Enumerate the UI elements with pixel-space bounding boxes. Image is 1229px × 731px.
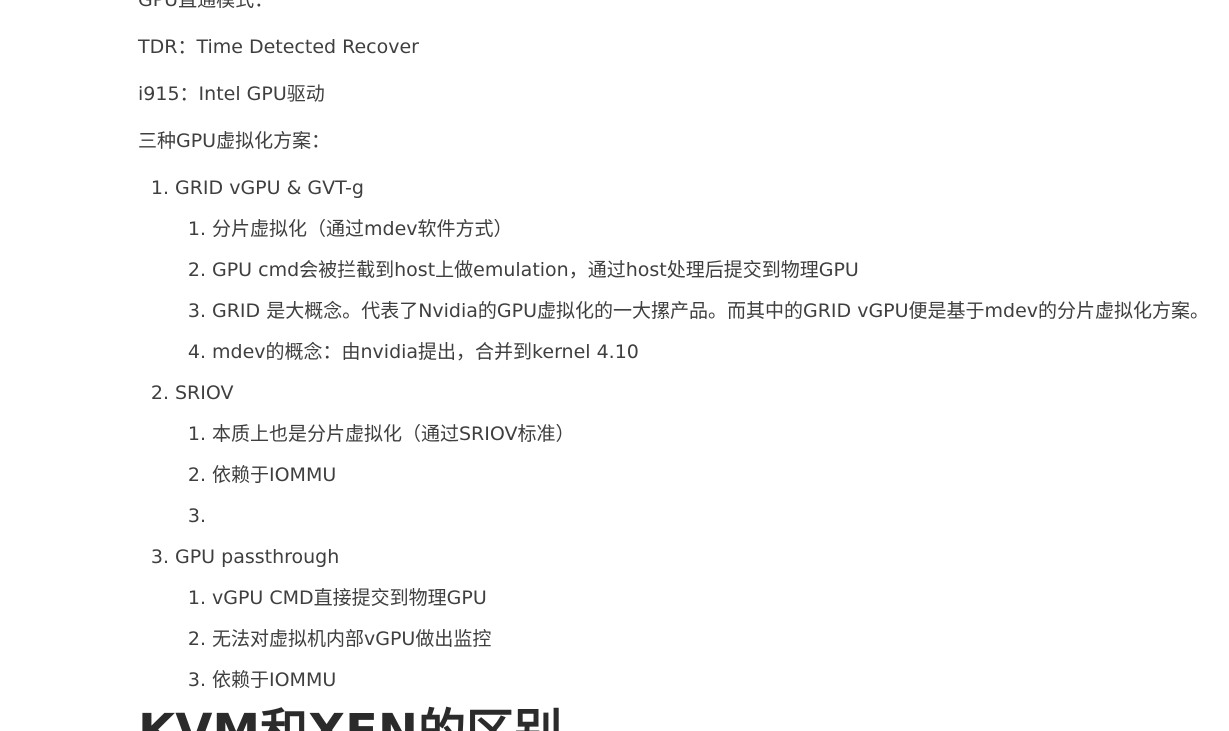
list-item-row: 2. SRIOV	[138, 379, 1229, 420]
section-heading: KVM和XEN的区别	[138, 704, 562, 731]
list-number: 1.	[150, 177, 169, 199]
list-item-row: 1. GRID vGPU & GVT-g	[138, 174, 1229, 215]
paragraph: GPU直通模式：	[138, 0, 274, 11]
paragraph: 三种GPU虚拟化方案：	[138, 130, 331, 152]
list-item: 1. vGPU CMD直接提交到物理GPU	[175, 584, 1229, 625]
list-item: 2. GPU cmd会被拦截到host上做emulation，通过host处理后提…	[175, 256, 1229, 297]
list-number: 3.	[187, 669, 206, 691]
list-item-row: 3. GPU passthrough	[138, 543, 1229, 584]
nested-list: 1. 本质上也是分片虚拟化（通过SRIOV标准） 2. 依赖于IOMMU 3.	[138, 420, 1229, 543]
list-item: 1. 本质上也是分片虚拟化（通过SRIOV标准）	[175, 420, 1229, 461]
list-item: 3. GPU passthrough 1. vGPU CMD直接提交到物理GPU 2…	[138, 543, 1229, 707]
list-item-label: SRIOV	[175, 382, 234, 404]
list-item-label: GRID vGPU & GVT-g	[175, 177, 364, 199]
list-number: 2.	[150, 382, 169, 404]
list-number: 1.	[187, 587, 206, 609]
paragraph: TDR：Time Detected Recover	[138, 36, 419, 58]
list-item: 4. mdev的概念：由nvidia提出，合并到kernel 4.10	[175, 338, 1229, 379]
list-item: 1. GRID vGPU & GVT-g 1. 分片虚拟化（通过mdev软件方式） …	[138, 174, 1229, 379]
list-item-text: GRID 是大概念。代表了Nvidia的GPU虚拟化的一大摞产品。而其中的GRI…	[212, 300, 1210, 322]
list-item-label: GPU passthrough	[175, 546, 340, 568]
list-item-text: GPU cmd会被拦截到host上做emulation，通过host处理后提交到…	[212, 259, 859, 281]
list-number: 4.	[187, 341, 206, 363]
list-number: 1.	[187, 218, 206, 240]
list-item-text: 无法对虚拟机内部vGPU做出监控	[212, 628, 492, 650]
list-item: 3.	[175, 502, 1229, 543]
nested-list: 1. vGPU CMD直接提交到物理GPU 2. 无法对虚拟机内部vGPU做出监控 …	[138, 584, 1229, 707]
list-number: 3.	[187, 300, 206, 322]
ordered-list: 1. GRID vGPU & GVT-g 1. 分片虚拟化（通过mdev软件方式） …	[138, 174, 1229, 707]
list-item: 3. 依赖于IOMMU	[175, 666, 1229, 707]
paragraph: i915：Intel GPU驱动	[138, 83, 325, 105]
list-number: 3.	[150, 546, 169, 568]
list-item: 2. SRIOV 1. 本质上也是分片虚拟化（通过SRIOV标准） 2. 依赖于IOM…	[138, 379, 1229, 543]
list-item-text: mdev的概念：由nvidia提出，合并到kernel 4.10	[212, 341, 639, 363]
document-body: GPU直通模式： TDR：Time Detected Recover i915：…	[138, 0, 1229, 707]
list-item-text: 本质上也是分片虚拟化（通过SRIOV标准）	[212, 423, 575, 445]
list-number: 2.	[187, 464, 206, 486]
list-item-text: 分片虚拟化（通过mdev软件方式）	[212, 218, 513, 240]
list-number: 2.	[187, 628, 206, 650]
nested-list: 1. 分片虚拟化（通过mdev软件方式） 2. GPU cmd会被拦截到host上做…	[138, 215, 1229, 379]
list-item: 3. GRID 是大概念。代表了Nvidia的GPU虚拟化的一大摞产品。而其中的G…	[175, 297, 1229, 338]
list-number: 1.	[187, 423, 206, 445]
list-number: 2.	[187, 259, 206, 281]
list-item-text: 依赖于IOMMU	[212, 669, 337, 691]
list-item: 2. 无法对虚拟机内部vGPU做出监控	[175, 625, 1229, 666]
list-item-text: 依赖于IOMMU	[212, 464, 337, 486]
list-item: 1. 分片虚拟化（通过mdev软件方式）	[175, 215, 1229, 256]
list-number: 3.	[187, 505, 206, 527]
list-item: 2. 依赖于IOMMU	[175, 461, 1229, 502]
list-item-text: vGPU CMD直接提交到物理GPU	[212, 587, 487, 609]
